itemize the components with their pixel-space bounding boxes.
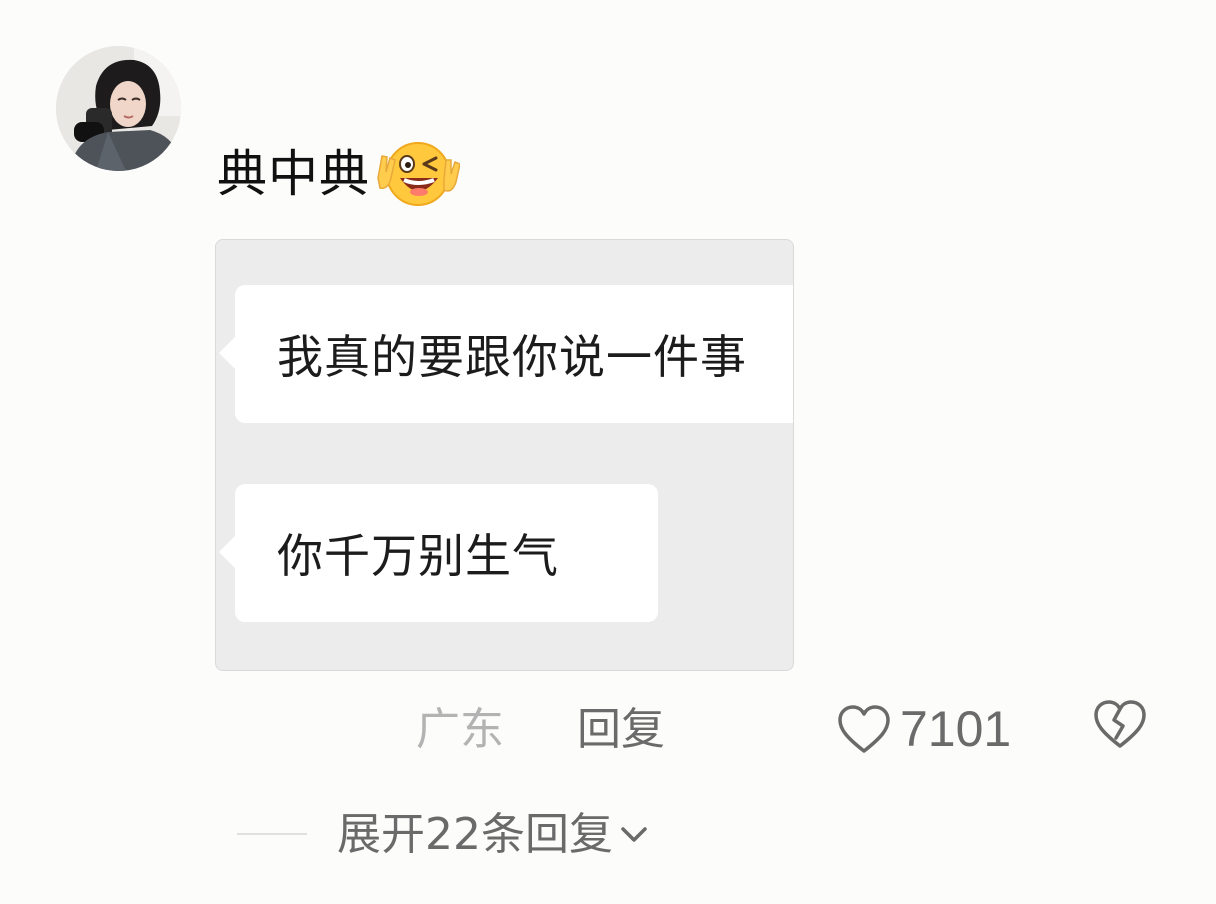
chat-message-text: 我真的要跟你说一件事: [277, 330, 747, 384]
chat-message-text: 你千万别生气: [277, 529, 559, 583]
reply-button[interactable]: 回复: [577, 700, 665, 760]
dislike-button[interactable]: [1092, 698, 1148, 750]
replies-divider: [237, 833, 307, 835]
location-label: 广东: [416, 704, 504, 755]
attached-chat-screenshot[interactable]: 我真的要跟你说一件事 你千万别生气: [215, 239, 794, 671]
chat-bubble: 你千万别生气: [219, 484, 658, 622]
comment-text: 典中典: [217, 145, 370, 203]
winking-laughing-face-emoji-icon: [377, 142, 460, 206]
comment-row: 典中典: [217, 138, 460, 210]
chevron-down-icon: [621, 827, 647, 842]
broken-heart-icon: [1094, 700, 1146, 748]
heart-outline-icon: [838, 705, 890, 753]
avatar[interactable]: [56, 46, 181, 171]
like-count: 7101: [900, 701, 1012, 757]
chat-bubble: 我真的要跟你说一件事: [219, 285, 793, 423]
expand-replies-button[interactable]: 展开22条回复: [337, 805, 649, 865]
expand-replies-label: 展开22条回复: [337, 809, 613, 860]
like-button[interactable]: 7101: [836, 698, 1011, 760]
